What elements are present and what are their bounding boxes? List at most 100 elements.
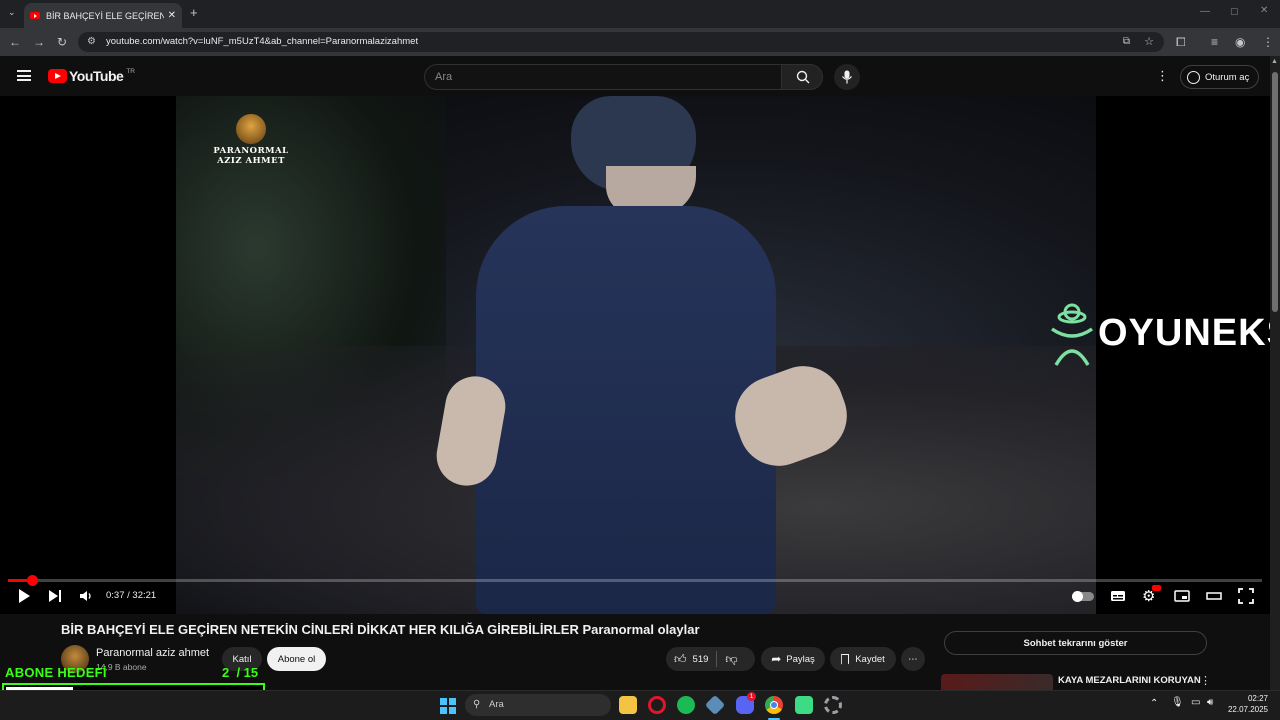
search-icon xyxy=(796,70,810,84)
recommendation-thumbnail[interactable] xyxy=(941,674,1053,690)
site-info-icon[interactable]: ⚙ xyxy=(87,32,96,52)
progress-scrubber[interactable] xyxy=(27,575,38,586)
tab-search-icon[interactable]: ⌄ xyxy=(8,7,16,18)
recommendation-menu-icon[interactable]: ⋮ xyxy=(1200,674,1211,687)
region-code: TR xyxy=(126,67,135,75)
theater-mode-icon[interactable] xyxy=(1206,588,1222,604)
miniplayer-icon[interactable] xyxy=(1174,588,1190,604)
install-app-icon[interactable]: ⧉ xyxy=(1123,32,1130,52)
back-icon[interactable]: ← xyxy=(9,28,21,56)
windows-taskbar: ⚲ Ara 1 ⌃ 🎙︎ ▭ 🔊︎ 02:27 22.07.2025 xyxy=(0,690,1280,720)
share-arrow-icon: ➦ xyxy=(771,652,782,666)
tray-mic-icon[interactable]: 🎙︎ xyxy=(1171,697,1184,708)
next-icon[interactable] xyxy=(47,588,63,604)
new-tab-icon[interactable]: + xyxy=(190,5,198,20)
tab-close-icon[interactable]: ✕ xyxy=(168,10,176,21)
browser-tab-bar: ⌄ BİR BAHÇEYİ ELE GEÇİREN NETEKİN CİNLER… xyxy=(0,0,1280,28)
scrollbar-thumb[interactable] xyxy=(1272,72,1278,312)
spotify-icon[interactable] xyxy=(677,696,695,714)
subscribe-button[interactable]: Abone ol xyxy=(267,647,326,671)
like-button[interactable]: 👍︎ 519 xyxy=(674,652,708,667)
browser-tab[interactable]: BİR BAHÇEYİ ELE GEÇİREN NETEKİN CİNLERİ … xyxy=(24,3,182,28)
reading-list-icon[interactable]: ≡ xyxy=(1211,28,1218,56)
network-app-icon[interactable] xyxy=(704,694,726,716)
url-text: youtube.com/watch?v=luNF_m5UzT4&ab_chann… xyxy=(106,36,419,47)
fullscreen-icon[interactable] xyxy=(1238,588,1254,604)
video-frame: PARANORMAL AZIZ AHMET xyxy=(176,96,1096,614)
settings-app-icon[interactable] xyxy=(824,696,842,714)
channel-watermark-logo-icon xyxy=(236,114,266,144)
subscriber-goal-label: ABONE HEDEFİ xyxy=(5,665,107,680)
share-button[interactable]: ➦ Paylaş xyxy=(761,647,825,671)
youtube-wordmark: YouTube xyxy=(69,68,124,84)
subtitles-icon[interactable] xyxy=(1110,588,1126,604)
youtube-header: YouTube TR Ara ⋮ Oturum aç xyxy=(0,56,1270,96)
volume-icon[interactable] xyxy=(78,588,94,604)
windows-start-icon[interactable] xyxy=(440,698,456,714)
chrome-icon[interactable] xyxy=(765,696,783,714)
video-player[interactable]: PARANORMAL AZIZ AHMET OYUNEKS 0:37 / 32:… xyxy=(0,96,1270,614)
show-chat-replay-button[interactable]: Sohbet tekrarını göster xyxy=(944,631,1207,655)
brand-watermark-text: OYUNEKS xyxy=(1098,311,1270,354)
progress-bar[interactable] xyxy=(8,575,1262,586)
scroll-up-icon[interactable]: ▲ xyxy=(1271,58,1278,65)
youtube-logo[interactable]: YouTube TR xyxy=(48,68,135,84)
menu-icon[interactable] xyxy=(17,70,31,81)
signin-button[interactable]: Oturum aç xyxy=(1180,65,1259,89)
tab-title: BİR BAHÇEYİ ELE GEÇİREN NETEKİN CİNLERİ xyxy=(46,10,164,21)
extensions-icon[interactable]: ⧠ xyxy=(1176,28,1186,56)
reload-icon[interactable]: ↻ xyxy=(57,28,67,56)
autoplay-toggle[interactable] xyxy=(1072,591,1094,602)
settings-more-icon[interactable]: ⋮ xyxy=(1156,68,1169,84)
subscriber-goal-count: 2 / 15 xyxy=(222,665,259,680)
watermark-line-2: AZIZ AHMET xyxy=(217,156,285,166)
thumbs-up-icon: 👍︎ xyxy=(674,651,687,666)
restore-icon[interactable]: ▢ xyxy=(1230,6,1239,17)
forward-icon[interactable]: → xyxy=(33,28,45,56)
tray-network-icon[interactable]: ▭ xyxy=(1191,697,1200,708)
play-icon[interactable] xyxy=(16,588,32,604)
file-explorer-icon[interactable] xyxy=(619,696,637,714)
taskbar-search-icon: ⚲ xyxy=(473,699,481,710)
hd-badge xyxy=(1152,585,1161,591)
more-actions-icon[interactable]: ⋯ xyxy=(901,647,925,671)
tray-chevron-icon[interactable]: ⌃ xyxy=(1150,698,1158,709)
youtube-play-logo-icon xyxy=(48,69,67,83)
browser-menu-icon[interactable]: ⋮ xyxy=(1262,28,1274,56)
recommendation-title[interactable]: KAYA MEZARLARINI KORUYAN xyxy=(1058,675,1201,686)
taskbar-clock-date[interactable]: 22.07.2025 xyxy=(1225,705,1268,714)
thumbs-down-icon[interactable]: 👎︎ xyxy=(725,652,737,667)
minimize-icon[interactable]: — xyxy=(1200,6,1210,17)
account-circle-icon xyxy=(1187,70,1200,84)
discord-icon[interactable]: 1 xyxy=(736,692,756,714)
taskbar-search[interactable]: ⚲ Ara xyxy=(465,694,611,716)
youtube-favicon-icon xyxy=(30,12,40,19)
brand-watermark: OYUNEKS xyxy=(1048,299,1270,367)
search-button[interactable] xyxy=(781,64,823,90)
opera-icon[interactable] xyxy=(648,696,666,714)
save-label: Kaydet xyxy=(855,653,885,665)
page-scrollbar[interactable]: ▲ xyxy=(1270,56,1280,690)
save-button[interactable]: Kaydet xyxy=(830,647,896,671)
video-title: BİR BAHÇEYİ ELE GEÇİREN NETEKİN CİNLERİ … xyxy=(61,622,700,637)
taskbar-clock-time[interactable]: 02:27 xyxy=(1240,694,1268,703)
tray-volume-icon[interactable]: 🔊︎ xyxy=(1207,697,1213,708)
bookmark-icon xyxy=(841,653,850,665)
bookmark-star-icon[interactable]: ☆ xyxy=(1144,32,1154,52)
settings-gear-icon[interactable]: ⚙ xyxy=(1142,585,1161,605)
channel-watermark: PARANORMAL AZIZ AHMET xyxy=(206,114,296,166)
window-close-icon[interactable]: ✕ xyxy=(1260,5,1268,16)
android-studio-icon[interactable] xyxy=(795,696,813,714)
like-count: 519 xyxy=(692,653,709,665)
taskbar-search-label: Ara xyxy=(489,699,504,710)
oyuneks-logo-icon xyxy=(1050,303,1094,366)
profile-icon[interactable]: ◉ xyxy=(1235,28,1245,56)
microphone-icon xyxy=(842,70,852,84)
time-display: 0:37 / 32:21 xyxy=(106,590,157,601)
address-bar[interactable]: ⚙ youtube.com/watch?v=luNF_m5UzT4&ab_cha… xyxy=(78,32,1164,52)
browser-toolbar: ← → ↻ ⚙ youtube.com/watch?v=luNF_m5UzT4&… xyxy=(0,28,1280,56)
voice-search-button[interactable] xyxy=(834,64,860,90)
search-input[interactable]: Ara xyxy=(424,64,782,90)
signin-label: Oturum aç xyxy=(1205,71,1250,83)
channel-name[interactable]: Paranormal aziz ahmet xyxy=(96,647,209,659)
